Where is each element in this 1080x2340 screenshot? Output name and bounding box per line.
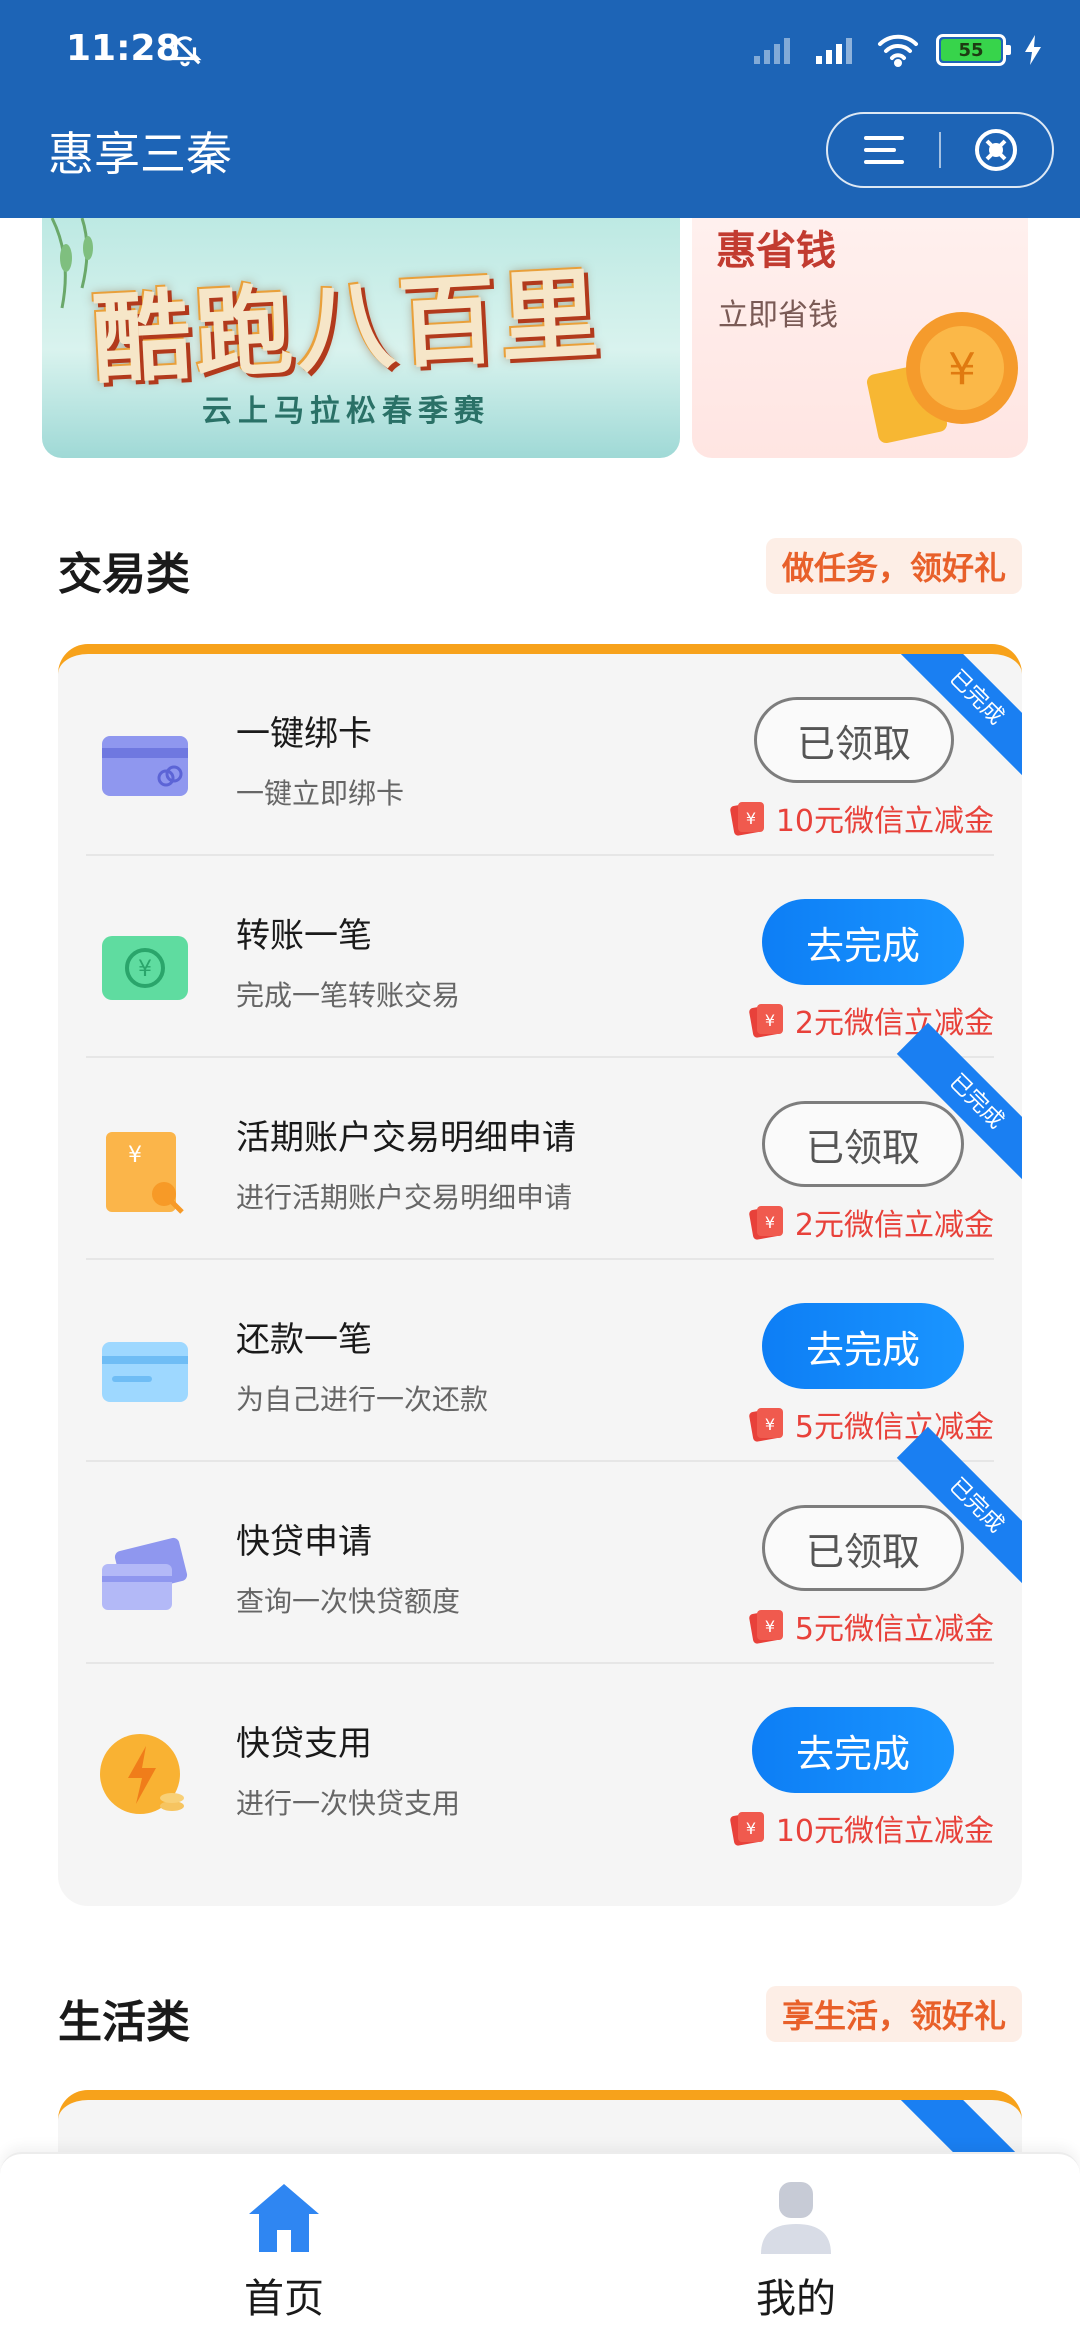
reward: ¥ 2元微信立减金 xyxy=(747,998,994,1042)
task-desc: 进行活期账户交易明细申请 xyxy=(236,1181,573,1214)
gold-coin-icon: ¥ xyxy=(866,312,1018,444)
charging-icon xyxy=(1025,35,1041,65)
svg-text:¥: ¥ xyxy=(948,344,976,395)
save-money-subtitle: 立即省钱 xyxy=(718,298,838,333)
status-bar: 11:28 55 xyxy=(0,0,1080,100)
loan-withdraw-icon xyxy=(100,1734,184,1814)
svg-text:¥: ¥ xyxy=(128,1143,142,1168)
task-desc: 为自己进行一次还款 xyxy=(236,1383,489,1416)
marathon-banner-subtitle: 云上马拉松春季赛 xyxy=(202,394,490,429)
task-title: 一键绑卡 xyxy=(236,714,372,754)
task-row: 一键绑卡 一键立即绑卡 已领取 ¥ 10元微信立减金 已完成 xyxy=(58,654,1022,856)
task-row: 还款一笔 为自己进行一次还款 去完成 ¥ 5元微信立减金 xyxy=(58,1260,1022,1462)
task-title: 还款一笔 xyxy=(236,1320,372,1360)
section-tag-life[interactable]: 享生活，领好礼 xyxy=(765,1986,1022,2042)
task-desc: 查询一次快贷额度 xyxy=(236,1585,461,1618)
mini-program-capsule xyxy=(826,112,1054,188)
tab-home[interactable]: 首页 xyxy=(184,2180,384,2330)
reward-text: 5元微信立减金 xyxy=(794,1410,994,1445)
go-complete-button[interactable]: 去完成 xyxy=(762,1303,964,1389)
close-button[interactable] xyxy=(941,114,1052,186)
save-money-banner[interactable]: 惠省钱 立即省钱 ¥ xyxy=(692,218,1028,458)
svg-text:¥: ¥ xyxy=(138,957,152,982)
wifi-icon xyxy=(878,34,918,67)
marathon-banner[interactable]: 酷跑八百里 云上马拉松春季赛 xyxy=(42,218,680,458)
claimed-button[interactable]: 已领取 xyxy=(762,1505,964,1591)
task-row: ¥ 活期账户交易明细申请 进行活期账户交易明细申请 已领取 ¥ 2元微信立减金 … xyxy=(58,1022,1022,1260)
task-title: 快贷支用 xyxy=(236,1724,372,1764)
menu-button[interactable] xyxy=(828,114,939,186)
battery-level: 55 xyxy=(941,39,1001,61)
claimed-button[interactable]: 已领取 xyxy=(754,697,954,783)
claimed-button[interactable]: 已领取 xyxy=(762,1101,964,1187)
svg-text:¥: ¥ xyxy=(765,1213,775,1232)
reward-text: 2元微信立减金 xyxy=(794,1208,994,1243)
tab-mine-label: 我的 xyxy=(756,2276,836,2322)
task-desc: 完成一笔转账交易 xyxy=(236,979,461,1012)
reward: ¥ 5元微信立减金 xyxy=(747,1604,994,1648)
svg-text:¥: ¥ xyxy=(765,1011,775,1030)
reward-text: 10元微信立减金 xyxy=(775,1814,994,1849)
reward-text: 10元微信立减金 xyxy=(775,804,994,839)
transfer-icon: ¥ xyxy=(102,936,188,1000)
section-title-trade: 交易类 xyxy=(58,549,190,600)
red-packet-icon: ¥ xyxy=(749,1004,783,1038)
red-packet-icon: ¥ xyxy=(730,802,764,836)
section-title-life: 生活类 xyxy=(58,1997,190,2048)
reward-text: 5元微信立减金 xyxy=(794,1612,994,1647)
home-icon xyxy=(249,2184,319,2252)
reward: ¥ 10元微信立减金 xyxy=(728,1806,994,1850)
app-header: 11:28 55 惠享三秦 xyxy=(0,0,1080,218)
svg-text:¥: ¥ xyxy=(765,1415,775,1434)
svg-text:¥: ¥ xyxy=(746,1819,756,1838)
go-complete-button[interactable]: 去完成 xyxy=(752,1707,954,1793)
trade-task-card: 一键绑卡 一键立即绑卡 已领取 ¥ 10元微信立减金 已完成 ¥ 转账一笔 完成… xyxy=(58,644,1022,1906)
signal-icon xyxy=(754,38,790,64)
statement-icon: ¥ xyxy=(106,1132,184,1214)
tab-mine[interactable]: 我的 xyxy=(696,2180,896,2330)
go-complete-button[interactable]: 去完成 xyxy=(762,899,964,985)
menu-icon xyxy=(863,136,904,164)
svg-text:¥: ¥ xyxy=(765,1617,775,1636)
task-title: 活期账户交易明细申请 xyxy=(236,1118,576,1158)
marathon-banner-title: 酷跑八百里 xyxy=(89,257,606,399)
tab-home-label: 首页 xyxy=(244,2276,324,2322)
reward: ¥ 10元微信立减金 xyxy=(728,796,994,840)
task-title: 快贷申请 xyxy=(236,1522,372,1562)
close-circle-icon xyxy=(975,129,1018,171)
save-money-title: 惠省钱 xyxy=(716,228,836,274)
battery-icon: 55 xyxy=(936,34,1011,66)
mute-bell-icon xyxy=(168,33,202,67)
quick-loan-cards-icon xyxy=(102,1537,188,1610)
red-packet-icon: ¥ xyxy=(749,1408,783,1442)
red-packet-icon: ¥ xyxy=(749,1206,783,1240)
reward: ¥ 5元微信立减金 xyxy=(747,1402,994,1446)
user-icon xyxy=(761,2182,831,2254)
bottom-tab-bar: 首页 我的 xyxy=(0,2152,1080,2340)
status-icons: 55 xyxy=(752,30,1044,70)
task-desc: 进行一次快贷支用 xyxy=(236,1787,461,1820)
task-row: 快贷支用 进行一次快贷支用 去完成 ¥ 10元微信立减金 xyxy=(58,1664,1022,1866)
task-row: ¥ 转账一笔 完成一笔转账交易 去完成 ¥ 2元微信立减金 xyxy=(58,856,1022,1058)
red-packet-icon: ¥ xyxy=(749,1610,783,1644)
bind-card-icon xyxy=(102,736,188,796)
signal-icon xyxy=(816,38,852,64)
task-title: 转账一笔 xyxy=(236,916,372,956)
red-packet-icon: ¥ xyxy=(730,1812,764,1846)
svg-text:¥: ¥ xyxy=(746,809,756,828)
page-title: 惠享三秦 xyxy=(48,127,232,181)
task-desc: 一键立即绑卡 xyxy=(236,777,405,810)
task-row: 快贷申请 查询一次快贷额度 已领取 ¥ 5元微信立减金 已完成 xyxy=(58,1426,1022,1664)
reward: ¥ 2元微信立减金 xyxy=(747,1200,994,1244)
section-tag-trade[interactable]: 做任务，领好礼 xyxy=(765,538,1022,594)
reward-text: 2元微信立减金 xyxy=(794,1006,994,1041)
repayment-icon xyxy=(102,1342,188,1402)
status-time: 11:28 xyxy=(66,28,181,69)
